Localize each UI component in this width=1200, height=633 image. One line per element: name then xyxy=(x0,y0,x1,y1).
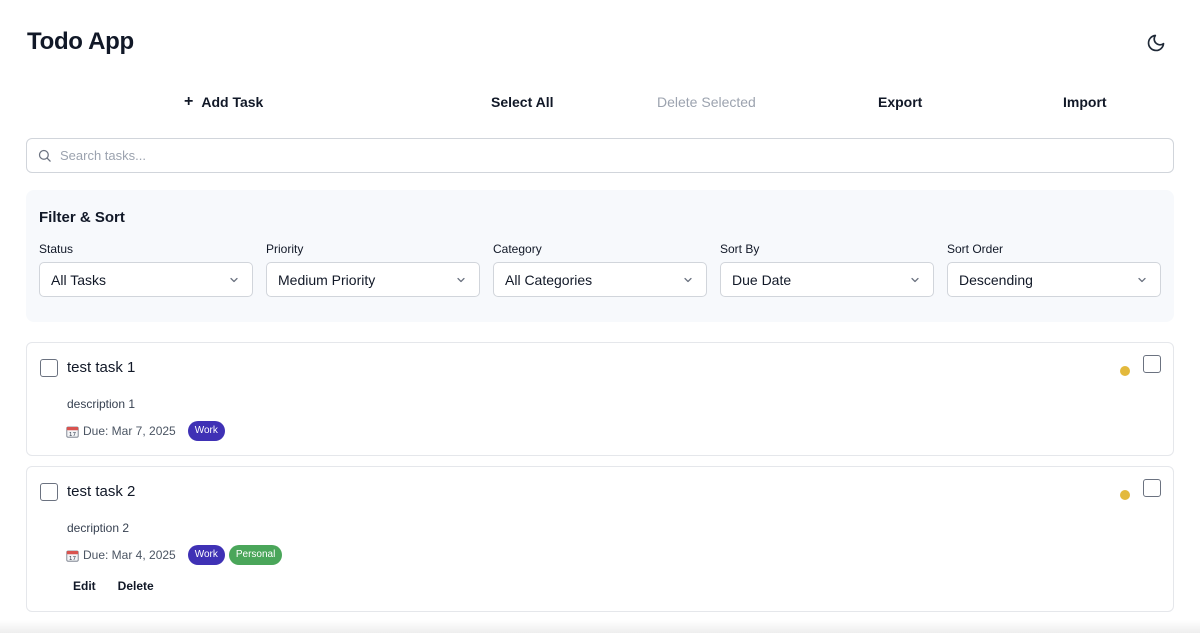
chevron-down-icon xyxy=(457,277,465,282)
task-title: test task 1 xyxy=(67,359,136,376)
category-tag: Work xyxy=(187,545,225,565)
add-task-label: Add Task xyxy=(201,94,264,110)
filter-sort-panel: Filter & Sort Status All Tasks Priority … xyxy=(26,190,1174,322)
due-date: Due: Mar 7, 2025 xyxy=(83,424,176,438)
category-select[interactable]: All Categories xyxy=(493,262,707,297)
chevron-down-icon xyxy=(1138,277,1146,282)
sort-order-label: Sort Order xyxy=(947,242,1004,256)
task-description: description 1 xyxy=(67,397,136,411)
priority-indicator xyxy=(1120,490,1130,500)
status-select[interactable]: All Tasks xyxy=(39,262,253,297)
chevron-down-icon xyxy=(230,277,238,282)
calendar-icon: 17 xyxy=(66,549,79,562)
sort-by-select[interactable]: Due Date xyxy=(720,262,934,297)
task-actions: Edit Delete xyxy=(73,579,154,593)
select-all-button[interactable]: Select All xyxy=(491,88,554,116)
priority-select-value: Medium Priority xyxy=(278,271,376,288)
sort-order-value: Descending xyxy=(959,271,1033,288)
task-select-checkbox[interactable] xyxy=(1143,479,1161,497)
moon-icon xyxy=(1147,34,1165,52)
bottom-edge-shadow xyxy=(0,620,1200,633)
priority-filter-label: Priority xyxy=(266,242,304,256)
task-complete-checkbox[interactable] xyxy=(40,359,58,377)
chevron-down-icon xyxy=(911,277,919,282)
theme-toggle-button[interactable] xyxy=(1142,30,1170,56)
priority-indicator xyxy=(1120,366,1130,376)
task-description: decription 2 xyxy=(67,521,130,535)
add-task-button[interactable]: + Add Task xyxy=(184,88,263,116)
task-card: test task 1 description 1 17 Due: Mar 7,… xyxy=(26,342,1174,456)
task-meta: 17 Due: Mar 4, 2025 Work Personal xyxy=(66,545,283,565)
priority-filter: Priority Medium Priority xyxy=(266,242,480,297)
svg-text:17: 17 xyxy=(69,555,77,561)
category-tag: Work xyxy=(187,421,225,441)
export-button[interactable]: Export xyxy=(878,88,922,116)
todo-app: Todo App + Add Task Select All Delete Se… xyxy=(0,0,1200,633)
sort-by-filter: Sort By Due Date xyxy=(720,242,934,297)
search-box xyxy=(26,138,1174,173)
status-filter-label: Status xyxy=(39,242,74,256)
import-button[interactable]: Import xyxy=(1063,88,1107,116)
delete-selected-button[interactable]: Delete Selected xyxy=(657,88,756,116)
status-filter: Status All Tasks xyxy=(39,242,253,297)
task-complete-checkbox[interactable] xyxy=(40,483,58,501)
category-filter: Category All Categories xyxy=(493,242,707,297)
edit-task-button[interactable]: Edit xyxy=(73,579,96,593)
filter-sort-title: Filter & Sort xyxy=(39,209,125,226)
sort-by-value: Due Date xyxy=(732,271,792,288)
task-select-checkbox[interactable] xyxy=(1143,355,1161,373)
search-icon xyxy=(38,149,51,162)
plus-icon: + xyxy=(184,93,194,110)
search-input[interactable] xyxy=(60,139,1173,172)
delete-task-button[interactable]: Delete xyxy=(118,579,154,593)
category-select-value: All Categories xyxy=(505,271,593,288)
svg-text:17: 17 xyxy=(69,431,77,437)
sort-order-filter: Sort Order Descending xyxy=(947,242,1161,297)
calendar-icon: 17 xyxy=(66,425,79,438)
task-title: test task 2 xyxy=(67,483,136,500)
chevron-down-icon xyxy=(684,277,692,282)
task-meta: 17 Due: Mar 7, 2025 Work xyxy=(66,421,225,441)
category-filter-label: Category xyxy=(493,242,542,256)
priority-select[interactable]: Medium Priority xyxy=(266,262,480,297)
due-date: Due: Mar 4, 2025 xyxy=(83,548,176,562)
category-tag: Personal xyxy=(228,545,283,565)
status-select-value: All Tasks xyxy=(51,271,106,288)
sort-order-select[interactable]: Descending xyxy=(947,262,1161,297)
task-card: test task 2 decription 2 17 Due: Mar 4, … xyxy=(26,466,1174,612)
page-title: Todo App xyxy=(27,28,134,55)
sort-by-label: Sort By xyxy=(720,242,760,256)
